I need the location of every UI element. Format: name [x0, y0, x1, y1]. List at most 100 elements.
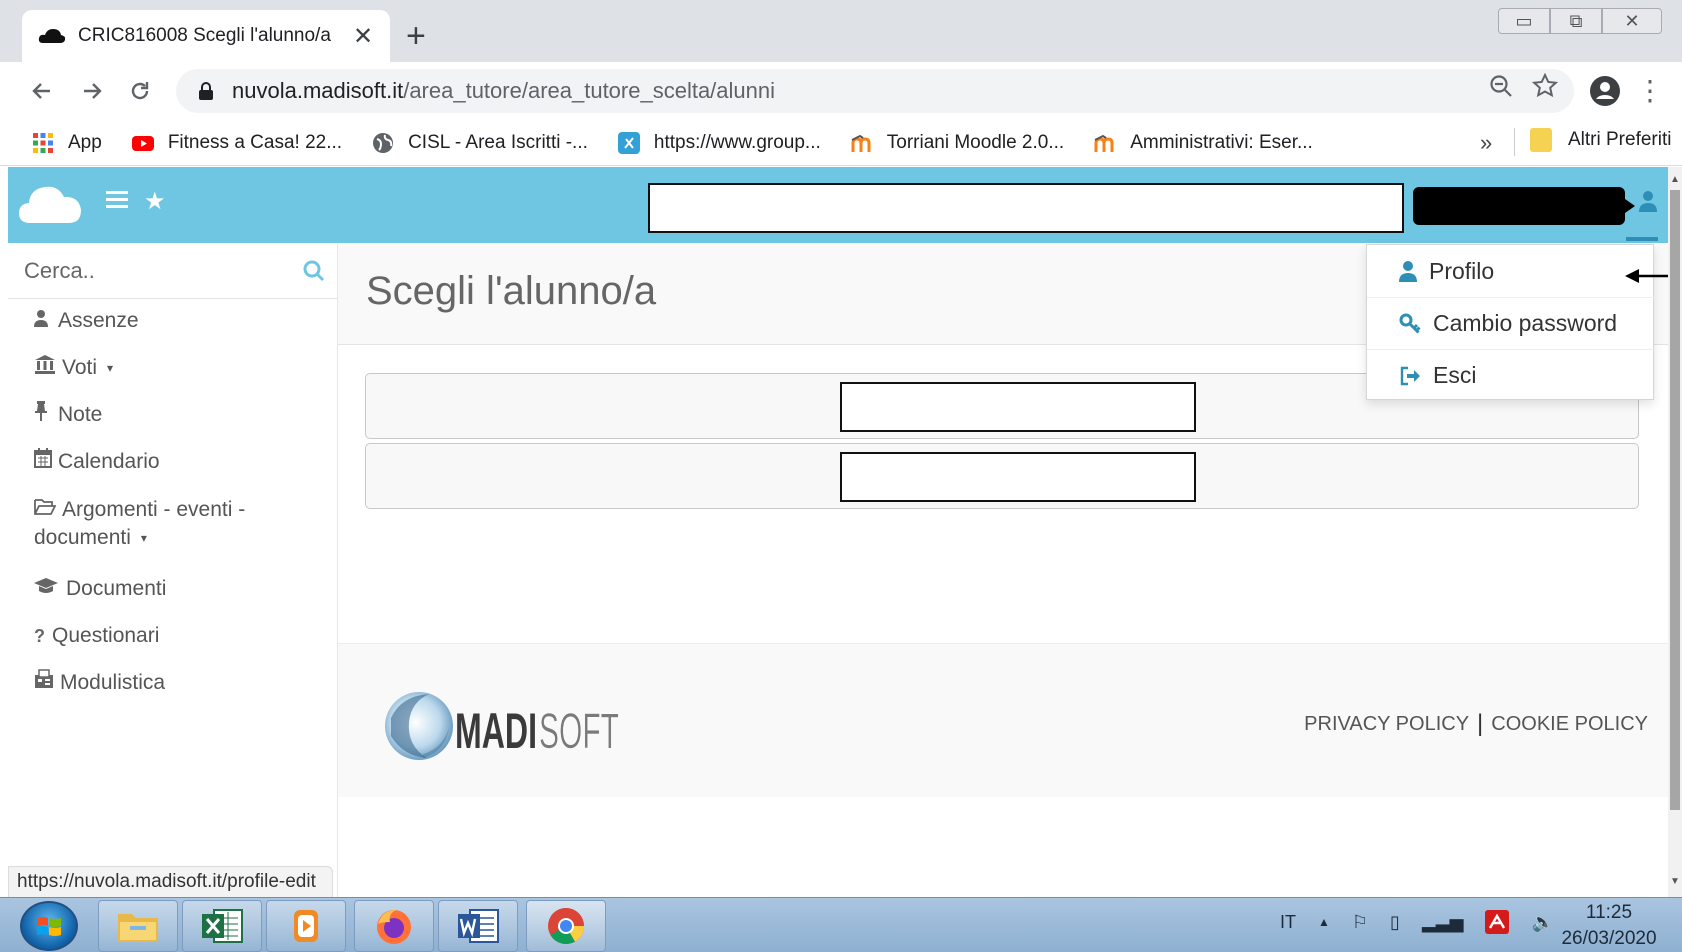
media-player-icon	[294, 910, 318, 942]
scroll-up-arrow-icon[interactable]: ▲	[1668, 174, 1682, 185]
bookmark-group[interactable]: https://www.group...	[617, 131, 821, 154]
user-menu-active-indicator	[1626, 237, 1658, 241]
footer-links: PRIVACY POLICY | COOKIE POLICY	[1304, 710, 1648, 738]
dropdown-item-label: Cambio password	[1433, 310, 1618, 336]
footer-separator: |	[1477, 710, 1484, 737]
volume-icon[interactable]: 🔈	[1531, 912, 1553, 933]
taskbar-media-player[interactable]	[266, 900, 346, 952]
favorites-star-icon[interactable]: ★	[144, 187, 166, 216]
address-bar[interactable]: nuvola.madisoft.it/area_tutore/area_tuto…	[176, 69, 1574, 113]
sidebar-item-documenti[interactable]: Documenti	[34, 575, 166, 603]
browser-menu-icon[interactable]: ⋮	[1636, 70, 1664, 112]
power-icon[interactable]: ▯	[1390, 912, 1400, 933]
dropdown-item-esci[interactable]: Esci	[1367, 349, 1655, 401]
question-icon: ?	[34, 626, 45, 646]
clock-date: 26/03/2020	[1561, 928, 1657, 949]
window-controls: ▭ ⧉ ✕	[1498, 8, 1662, 34]
nuvola-cloud-logo-icon[interactable]	[18, 181, 82, 225]
sidebar-item-modulistica[interactable]: Modulistica	[34, 669, 165, 697]
user-icon	[1399, 261, 1417, 282]
taskbar-chrome[interactable]	[526, 900, 606, 952]
student-option[interactable]	[365, 443, 1639, 509]
sidebar-item-voti[interactable]: Voti ▾	[34, 354, 113, 382]
logout-icon	[1400, 366, 1420, 385]
sidebar-item-label: Questionari	[52, 624, 160, 647]
privacy-policy-link[interactable]: PRIVACY POLICY	[1304, 713, 1469, 736]
folder-open-icon	[34, 496, 57, 524]
bookmark-cisl[interactable]: CISL - Area Iscritti -...	[372, 132, 588, 154]
bookmark-apps[interactable]: App	[32, 132, 102, 154]
caret-down-icon: ▾	[140, 531, 147, 545]
profile-avatar-icon[interactable]	[1584, 70, 1626, 112]
sidebar-item-note[interactable]: Note	[34, 401, 102, 429]
network-signal-icon[interactable]: ▂▃▅	[1422, 912, 1464, 933]
scrollbar-thumb[interactable]	[1670, 190, 1680, 810]
search-input[interactable]	[24, 257, 294, 284]
show-hidden-icons-icon[interactable]: ▲	[1318, 915, 1330, 929]
globe-icon	[373, 132, 394, 153]
start-button[interactable]	[20, 901, 78, 951]
arrow-left-icon	[32, 83, 50, 99]
link-hover-status: https://nuvola.madisoft.it/profile-edit	[8, 866, 333, 898]
group-site-icon	[617, 131, 640, 154]
tab-close-icon[interactable]: ✕	[350, 22, 376, 51]
bookmark-label: Torriani Moodle 2.0...	[886, 131, 1065, 153]
windows-logo-icon	[37, 917, 61, 936]
new-tab-button[interactable]: +	[406, 14, 426, 58]
input-language-indicator[interactable]: IT	[1280, 912, 1296, 933]
bookmark-torriani-moodle[interactable]: Torriani Moodle 2.0...	[851, 132, 1064, 154]
bookmark-fitness[interactable]: Fitness a Casa! 22...	[131, 132, 342, 154]
sidebar-item-label-continued: documenti	[34, 526, 131, 549]
calendar-icon	[34, 448, 52, 476]
sidebar-item-calendario[interactable]: Calendario	[34, 448, 160, 476]
close-window-button[interactable]: ✕	[1602, 8, 1662, 34]
word-icon	[458, 909, 499, 943]
tab-title: CRIC816008 Scegli l'alunno/a	[78, 25, 331, 46]
dropdown-item-profilo[interactable]: Profilo	[1367, 245, 1655, 297]
forward-button[interactable]	[72, 71, 112, 111]
action-center-flag-icon[interactable]: ⚐	[1352, 912, 1368, 933]
taskbar-firefox[interactable]	[354, 900, 434, 952]
sidebar-item-label: Assenze	[58, 309, 139, 332]
sidebar-item-argomenti[interactable]: Argomenti - eventi - documenti ▾	[34, 496, 245, 552]
bookmark-amministrativi[interactable]: Amministrativi: Eser...	[1094, 132, 1313, 154]
zoom-out-icon[interactable]	[1488, 73, 1514, 99]
redacted-header-field	[648, 183, 1404, 233]
user-dropdown-menu: Profilo Cambio password Esci	[1366, 244, 1655, 401]
browser-tab-active[interactable]: CRIC816008 Scegli l'alunno/a ✕	[22, 10, 390, 62]
cookie-policy-link[interactable]: COOKIE POLICY	[1491, 713, 1648, 736]
footer: MADI SOFT PRIVACY POLICY | COOKIE POLICY	[338, 643, 1668, 797]
redacted-user-name[interactable]	[1413, 187, 1635, 225]
restore-button[interactable]: ⧉	[1550, 8, 1602, 34]
pin-icon	[34, 401, 52, 429]
sidebar-item-questionari[interactable]: ? Questionari	[34, 622, 159, 650]
taskbar-excel[interactable]	[182, 900, 262, 952]
dropdown-item-label: Esci	[1433, 362, 1477, 388]
back-button[interactable]	[22, 71, 62, 111]
sidebar: Assenze Voti ▾ Note Calendario Argomenti…	[8, 243, 338, 897]
other-bookmarks-folder[interactable]: Altri Preferiti	[1530, 128, 1671, 152]
omnibox-actions	[1488, 73, 1558, 99]
user-menu-icon[interactable]	[1638, 189, 1658, 213]
arrow-right-icon	[84, 83, 102, 99]
dropdown-item-cambio-password[interactable]: Cambio password	[1367, 297, 1655, 349]
system-tray: IT ▲ ⚐ ▯ ▂▃▅ 🔈	[1280, 910, 1554, 934]
user-icon	[34, 307, 52, 335]
minimize-button[interactable]: ▭	[1498, 8, 1550, 34]
taskbar-file-explorer[interactable]	[98, 900, 178, 952]
search-icon[interactable]	[302, 259, 326, 283]
bookmark-star-icon[interactable]	[1532, 73, 1558, 99]
app-header: ★	[8, 167, 1668, 243]
excel-icon	[202, 909, 243, 943]
reload-button[interactable]	[120, 71, 160, 111]
antivirus-icon[interactable]	[1485, 910, 1510, 934]
bookmarks-overflow-button[interactable]: »	[1480, 130, 1492, 156]
system-clock[interactable]: 11:25 26/03/2020	[1554, 900, 1664, 952]
taskbar-word[interactable]	[438, 900, 518, 952]
moodle-icon	[1094, 134, 1114, 152]
clock-time: 11:25	[1585, 902, 1633, 923]
scroll-down-arrow-icon[interactable]: ▼	[1668, 876, 1682, 887]
windows-taskbar: IT ▲ ⚐ ▯ ▂▃▅ 🔈 11:25 26/03/2020	[0, 897, 1682, 952]
sidebar-item-assenze[interactable]: Assenze	[34, 307, 139, 335]
hamburger-menu-icon[interactable]	[106, 189, 128, 209]
